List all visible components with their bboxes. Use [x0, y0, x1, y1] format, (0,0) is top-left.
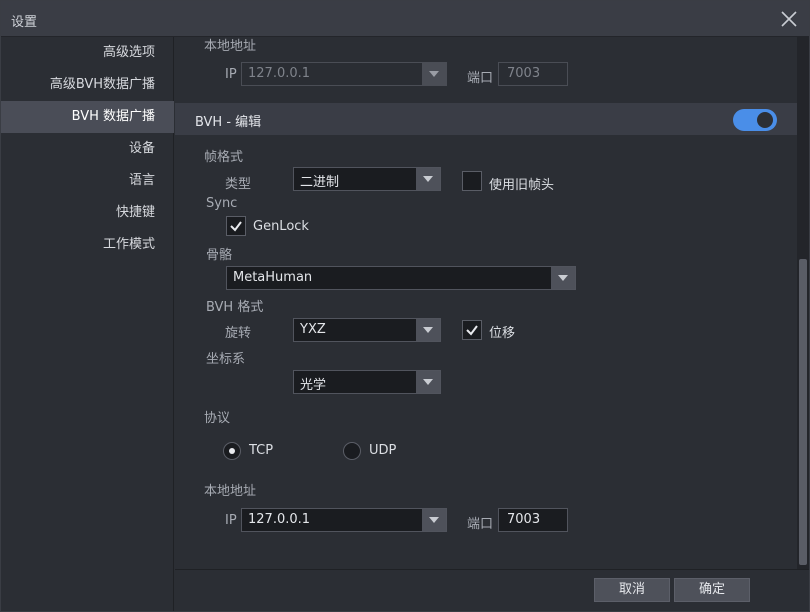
rotation-value: YXZ — [300, 322, 326, 337]
genlock-label: GenLock — [253, 219, 309, 234]
genlock-checkbox[interactable] — [226, 216, 246, 236]
top-ip-select[interactable]: 127.0.0.1 — [241, 62, 447, 86]
udp-radio[interactable] — [343, 442, 361, 460]
legacy-header-label: 使用旧帧头 — [489, 178, 555, 193]
check-icon — [466, 325, 478, 336]
displacement-checkbox[interactable] — [462, 320, 482, 340]
protocol-label: 协议 — [204, 411, 231, 426]
check-icon — [230, 221, 242, 232]
bvh-edit-title: BVH - 编辑 — [195, 115, 262, 130]
settings-sidebar: 高级选项 高级BVH数据广播 BVH 数据广播 设备 语言 快捷键 工作模式 — [1, 37, 174, 611]
coordinate-label: 坐标系 — [206, 352, 246, 367]
dialog-footer: 取消 确定 — [175, 569, 809, 611]
skeleton-select[interactable]: MetaHuman — [226, 266, 576, 290]
radio-dot — [229, 448, 235, 454]
toggle-knob — [757, 112, 773, 128]
content-scrollbar[interactable] — [797, 37, 809, 569]
bvh-edit-toggle[interactable] — [733, 109, 777, 131]
settings-content: 本地地址 IP 127.0.0.1 端口 7003 BVH - 编辑 帧格式 类… — [175, 37, 797, 569]
type-value: 二进制 — [300, 175, 340, 190]
scrollbar-thumb[interactable] — [799, 259, 807, 565]
port-label: 端口 — [467, 517, 494, 532]
chevron-down-icon — [551, 267, 575, 289]
close-icon[interactable] — [777, 7, 801, 31]
coordinate-value: 光学 — [300, 378, 327, 393]
sidebar-item-label: BVH 数据广播 — [71, 109, 155, 124]
sidebar-item-work-mode[interactable]: 工作模式 — [1, 229, 174, 261]
window-title: 设置 — [11, 15, 38, 30]
chevron-down-icon — [422, 509, 446, 531]
displacement-label: 位移 — [489, 326, 516, 341]
sidebar-item-advanced-bvh-broadcast[interactable]: 高级BVH数据广播 — [1, 69, 174, 101]
ip-value: 127.0.0.1 — [248, 512, 311, 527]
top-local-address-label: 本地地址 — [204, 39, 257, 54]
sidebar-item-label: 快捷键 — [115, 205, 155, 220]
chevron-down-icon — [416, 319, 440, 341]
sidebar-item-label: 高级BVH数据广播 — [49, 77, 155, 92]
sidebar-item-language[interactable]: 语言 — [1, 165, 174, 197]
tcp-radio[interactable] — [223, 442, 241, 460]
sidebar-item-label: 设备 — [128, 141, 155, 156]
ip-label: IP — [225, 513, 237, 528]
top-port-label: 端口 — [467, 71, 494, 86]
udp-label: UDP — [369, 443, 397, 458]
type-select[interactable]: 二进制 — [293, 167, 441, 191]
sidebar-item-bvh-broadcast[interactable]: BVH 数据广播 — [1, 101, 174, 133]
legacy-header-checkbox[interactable] — [462, 171, 482, 191]
rotation-label: 旋转 — [225, 326, 252, 341]
bvh-format-label: BVH 格式 — [206, 300, 264, 315]
port-field[interactable]: 7003 — [498, 508, 568, 532]
sidebar-item-label: 工作模式 — [102, 237, 155, 252]
top-port-field[interactable]: 7003 — [498, 62, 568, 86]
bvh-edit-header: BVH - 编辑 — [175, 103, 797, 135]
frame-format-label: 帧格式 — [204, 150, 244, 165]
ip-select[interactable]: 127.0.0.1 — [241, 508, 447, 532]
coordinate-select[interactable]: 光学 — [293, 370, 441, 394]
top-ip-value: 127.0.0.1 — [248, 66, 311, 81]
sidebar-item-advanced-options[interactable]: 高级选项 — [1, 37, 174, 69]
cancel-button[interactable]: 取消 — [594, 578, 670, 602]
type-label: 类型 — [225, 177, 252, 192]
sidebar-item-label: 高级选项 — [102, 45, 155, 60]
settings-window: 设置 高级选项 高级BVH数据广播 BVH 数据广播 设备 语言 快捷键 工作模… — [0, 0, 810, 612]
title-bar: 设置 — [1, 1, 809, 37]
sidebar-item-label: 语言 — [128, 173, 155, 188]
sidebar-item-shortcuts[interactable]: 快捷键 — [1, 197, 174, 229]
ok-button[interactable]: 确定 — [674, 578, 750, 602]
local-address-label: 本地地址 — [204, 484, 257, 499]
rotation-select[interactable]: YXZ — [293, 318, 441, 342]
skeleton-value: MetaHuman — [233, 270, 313, 285]
sync-label: Sync — [206, 196, 238, 211]
chevron-down-icon — [416, 168, 440, 190]
top-ip-label: IP — [225, 67, 237, 82]
tcp-label: TCP — [249, 443, 274, 458]
skeleton-label: 骨骼 — [206, 248, 233, 263]
chevron-down-icon — [422, 63, 446, 85]
chevron-down-icon — [416, 371, 440, 393]
sidebar-item-devices[interactable]: 设备 — [1, 133, 174, 165]
